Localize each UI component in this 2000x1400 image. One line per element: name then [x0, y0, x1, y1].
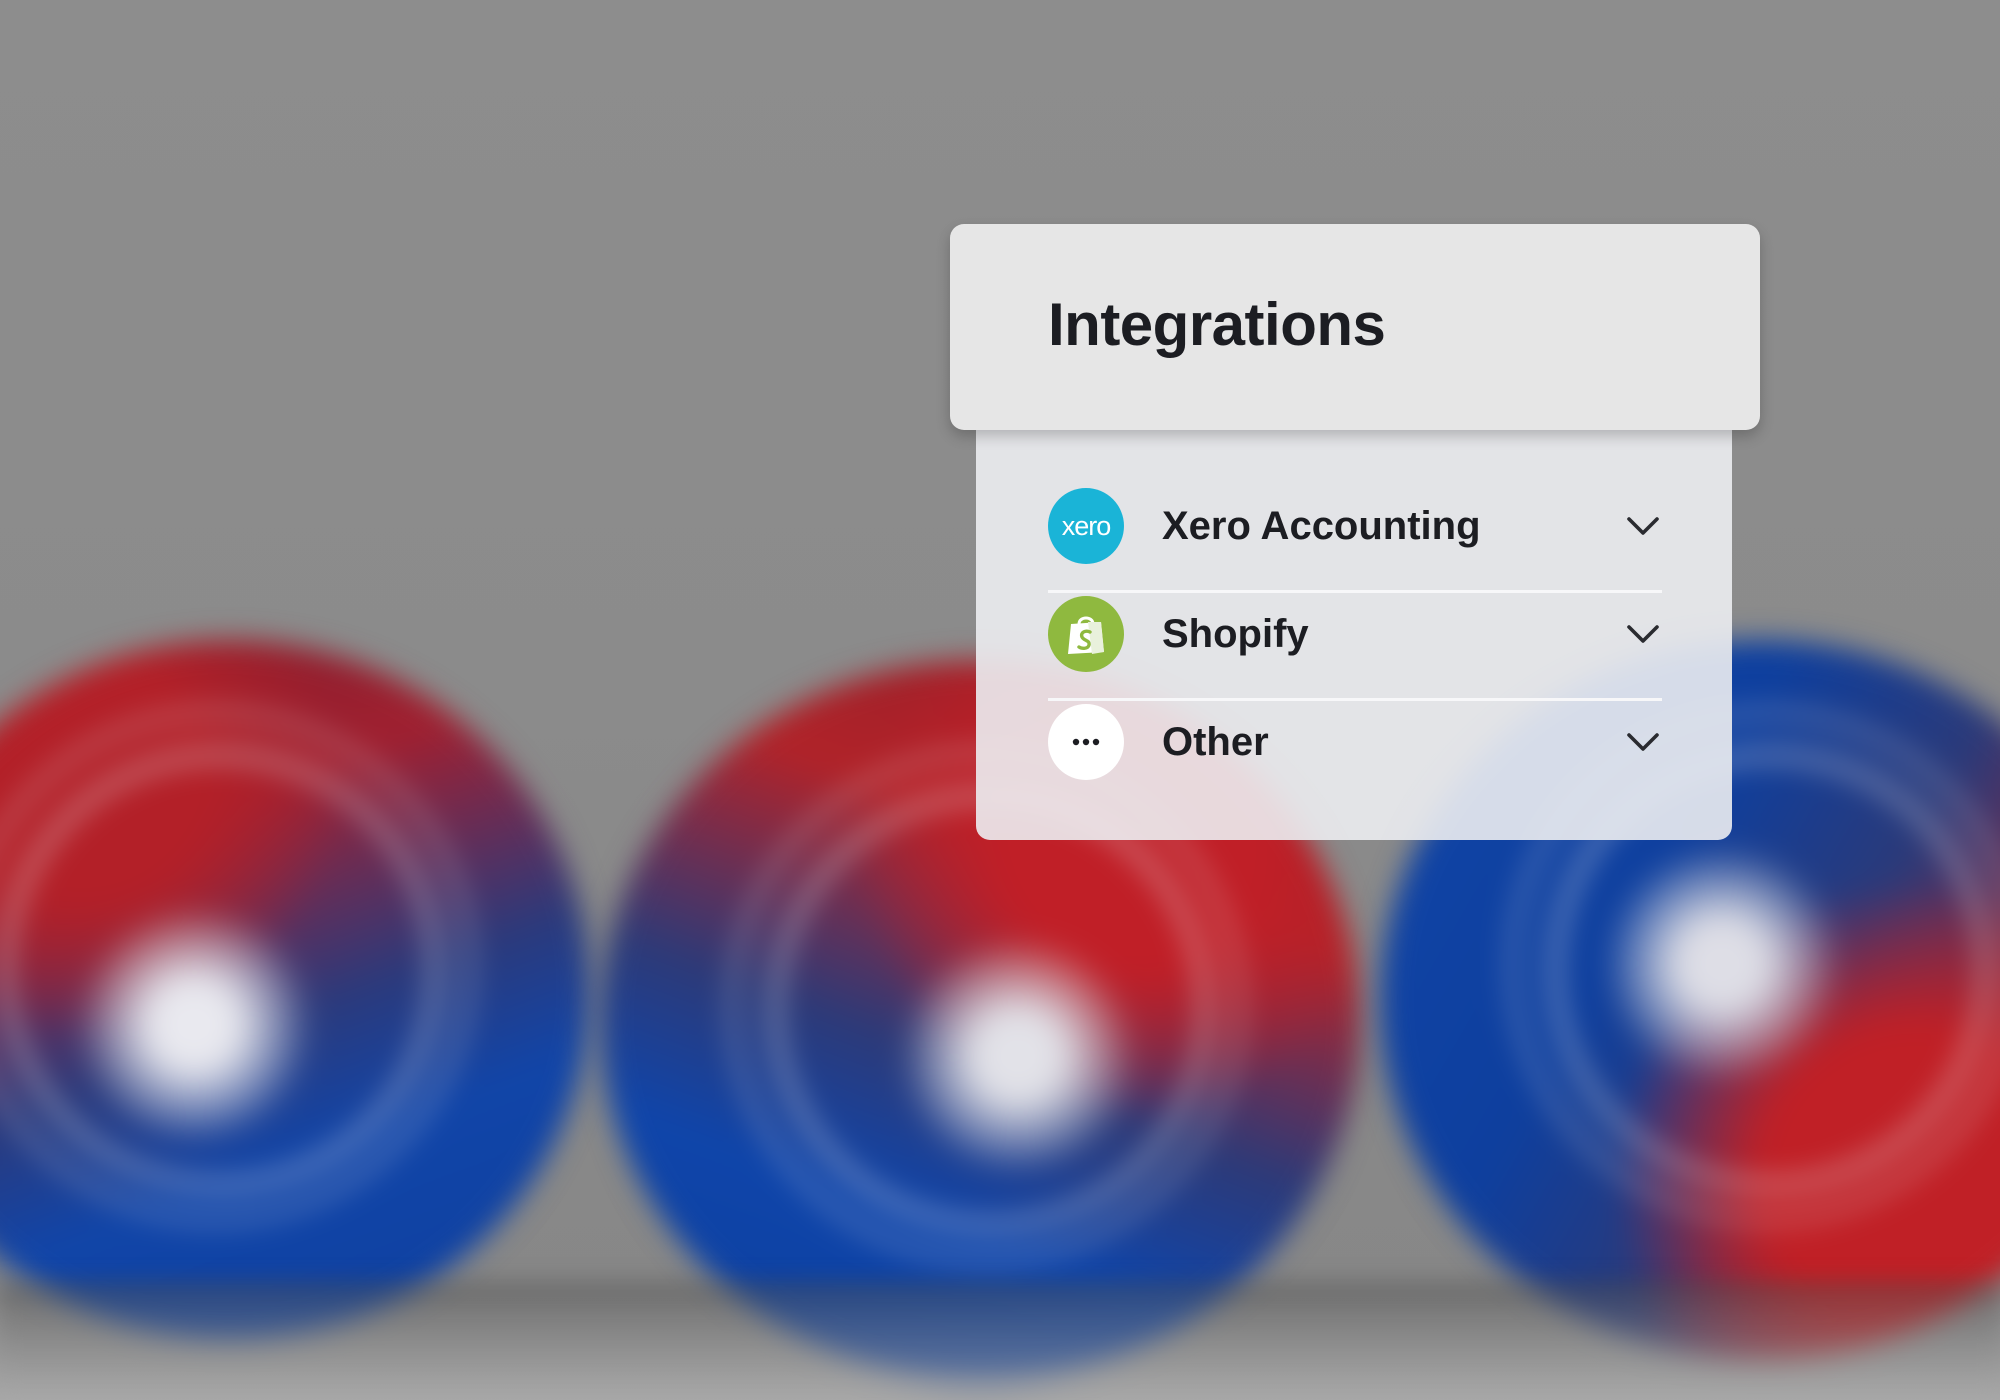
xero-logo-text: xero [1061, 510, 1112, 541]
integration-item-label: Other [1162, 719, 1269, 764]
integration-item-label: Xero Accounting [1162, 503, 1481, 548]
chevron-down-icon[interactable] [1624, 507, 1662, 545]
xero-logo-icon: xero [1048, 488, 1124, 564]
panel-title: Integrations [1048, 291, 1386, 358]
app-stage: Integrations xero Xero Accounting Shopif… [0, 0, 2000, 1400]
chevron-down-icon[interactable] [1624, 723, 1662, 761]
integration-item-shopify[interactable]: Shopify [1048, 584, 1662, 684]
shopify-logo-icon [1048, 596, 1124, 672]
integration-item-label: Shopify [1162, 611, 1309, 656]
more-dots-icon [1048, 704, 1124, 780]
chevron-down-icon[interactable] [1624, 615, 1662, 653]
integration-item-other[interactable]: Other [1048, 692, 1662, 792]
integrations-header: Integrations [950, 224, 1760, 430]
floor-surface [0, 1280, 2000, 1400]
integrations-list: xero Xero Accounting Shopify Other [976, 420, 1732, 840]
lawn-bowl-image [0, 640, 590, 1340]
integration-item-xero[interactable]: xero Xero Accounting [1048, 476, 1662, 576]
